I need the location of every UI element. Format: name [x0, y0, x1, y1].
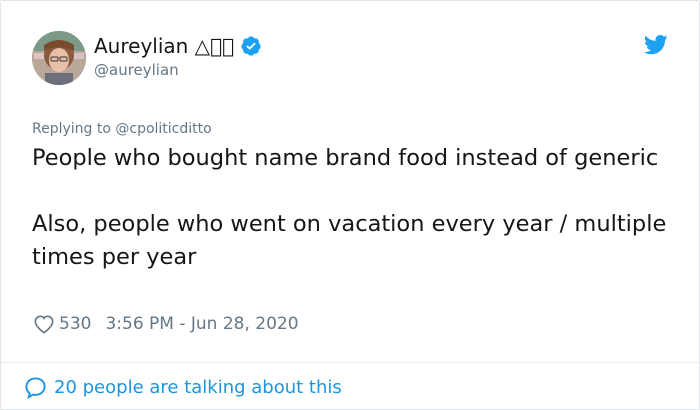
display-name[interactable]: Aureylian △⃞⃞ [94, 34, 234, 58]
like-count[interactable]: 530 [59, 314, 91, 334]
display-name-row: Aureylian △⃞⃞ [94, 33, 262, 59]
tweet-card: Aureylian △⃞⃞ @aureylian Replying to @cp… [0, 0, 700, 410]
twitter-bird-icon[interactable] [644, 35, 668, 55]
user-handle[interactable]: @aureylian [94, 61, 262, 79]
conversation-text[interactable]: 20 people are talking about this [54, 377, 342, 398]
speech-bubble-icon [25, 376, 46, 399]
replying-to[interactable]: Replying to @cpoliticditto [32, 121, 212, 137]
tweet-header: Aureylian △⃞⃞ @aureylian [32, 31, 672, 87]
avatar[interactable] [32, 31, 86, 85]
conversation-link[interactable]: 20 people are talking about this [24, 374, 342, 400]
verified-badge-icon [241, 36, 261, 56]
tweet-paragraph: People who bought name brand food instea… [32, 145, 659, 171]
tweet-paragraph: Also, people who went on vacation every … [32, 211, 667, 270]
tweet-text: People who bought name brand food instea… [32, 142, 672, 274]
user-names: Aureylian △⃞⃞ @aureylian [94, 33, 262, 79]
tweet-timestamp[interactable]: 3:56 PM - Jun 28, 2020 [105, 314, 298, 334]
divider [1, 362, 699, 363]
tweet-meta: 530 3:56 PM - Jun 28, 2020 [33, 312, 299, 336]
profile-photo [32, 31, 86, 85]
heart-icon[interactable] [33, 314, 55, 334]
